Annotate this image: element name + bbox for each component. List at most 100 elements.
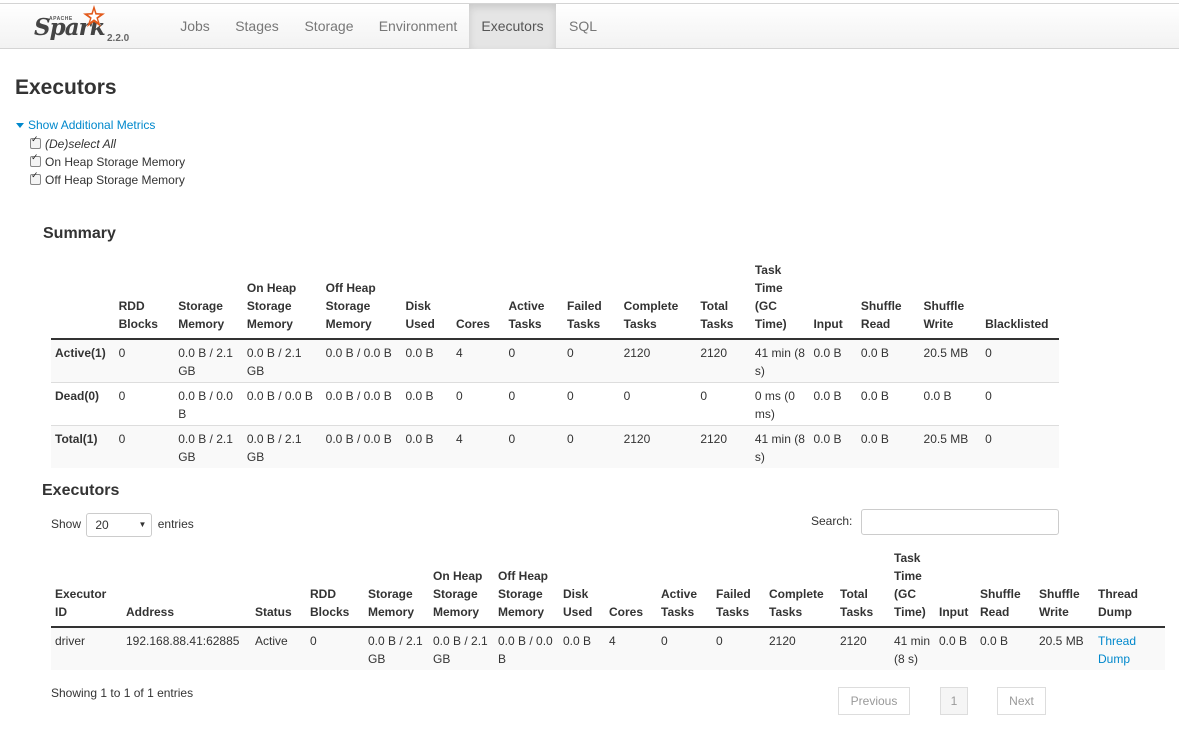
executors-cell-status: Active [251,626,306,670]
executors-header-thread-dump[interactable]: Thread Dump [1094,549,1165,628]
summary-header-active-tasks: Active Tasks [504,261,564,340]
executors-cell-rdd-blocks: 0 [306,626,364,670]
executors-header-total-tasks[interactable]: Total Tasks [836,549,890,628]
summary-cell-active-tasks: 0 [504,382,564,426]
checkbox[interactable] [30,135,41,149]
executors-header-complete-tasks[interactable]: Complete Tasks [765,549,836,628]
search-input[interactable] [861,509,1059,535]
executors-header-failed-tasks[interactable]: Failed Tasks [712,549,765,628]
summary-cell-active-tasks: 0 [504,338,564,383]
summary-cell-blacklisted: 0 [981,382,1059,426]
tab-storage[interactable]: Storage [297,4,361,49]
summary-cell-storage-memory: 0.0 B / 0.0 B [174,382,243,426]
thread-dump-link[interactable]: Thread Dump [1098,634,1136,666]
show-additional-metrics-toggle[interactable]: Show Additional Metrics [16,118,155,132]
executors-cell-thread-dump: Thread Dump [1094,626,1165,670]
summary-cell-blacklisted: 0 [981,425,1059,468]
summary-cell-cores: 4 [451,425,505,468]
executors-header-executor-id[interactable]: Executor ID [51,549,122,628]
executors-cell-input: 0.0 B [935,626,976,670]
summary-cell-active-tasks: 0 [504,425,564,468]
executors-header-row: Executor ID Address Status RDD Blocks Storag… [51,549,1165,628]
executors-header-active-tasks[interactable]: Active Tasks [657,549,712,628]
summary-cell-cores: 0 [451,382,505,426]
executors-header-input[interactable]: Input [935,549,976,628]
summary-cell-shuffle-read: 0.0 B [856,382,920,426]
summary-header-input: Input [809,261,857,340]
executors-header-shuffle-write[interactable]: Shuffle Write [1035,549,1094,628]
show-label: Show [51,517,82,532]
page-1-button[interactable]: 1 [940,687,968,715]
summary-row-label: Active(1) [51,338,115,383]
executors-header-cores[interactable]: Cores [605,549,657,628]
executors-header-rdd-blocks[interactable]: RDD Blocks [306,549,364,628]
executors-header-shuffle-read[interactable]: Shuffle Read [976,549,1035,628]
summary-header-blacklisted: Blacklisted [981,261,1059,340]
summary-cell-total-tasks: 2120 [696,338,751,383]
summary-row-label: Total(1) [51,425,115,468]
checkbox-label: On Heap Storage Memory [45,155,186,169]
spark-logo[interactable]: Spark APACHE 2.2.0 [33,5,133,46]
executors-cell-complete-tasks: 2120 [765,626,836,670]
summary-cell-off-heap-storage-memory: 0.0 B / 0.0 B [321,382,402,426]
summary-cell-complete-tasks: 2120 [619,425,697,468]
summary-cell-on-heap-storage-memory: 0.0 B / 0.0 B [242,382,322,426]
checkbox-on-heap[interactable]: On Heap Storage Memory [30,153,186,169]
page-size-select[interactable]: 20 ▼ [86,513,153,537]
summary-cell-storage-memory: 0.0 B / 2.1 GB [174,338,243,383]
checkbox-label: (De)select All [45,137,116,151]
summary-cell-complete-tasks: 0 [619,382,697,426]
checkbox[interactable] [30,153,41,167]
tab-stages[interactable]: Stages [228,4,286,49]
executors-cell-on-heap-storage-memory: 0.0 B / 2.1 GB [429,626,494,670]
summary-cell-disk-used: 0.0 B [401,382,452,426]
summary-cell-blacklisted: 0 [981,338,1059,383]
summary-cell-input: 0.0 B [809,425,857,468]
executors-header-task-time-gc-time[interactable]: Task Time (GC Time) [890,549,935,628]
summary-cell-cores: 4 [451,338,505,383]
summary-cell-task-time-gc-time: 0 ms (0 ms) [750,382,810,426]
executors-cell-shuffle-write: 20.5 MB [1035,626,1094,670]
executors-cell-executor-id: driver [51,626,122,670]
executors-header-address[interactable]: Address [122,549,251,628]
tab-sql[interactable]: SQL [562,4,604,49]
executors-header-off-heap-storage-memory[interactable]: Off Heap Storage Memory [494,549,559,628]
entries-label: entries [157,517,194,532]
executors-cell-off-heap-storage-memory: 0.0 B / 0.0 B [494,626,559,670]
summary-cell-rdd-blocks: 0 [114,338,175,383]
toggle-label: Show Additional Metrics [28,118,156,132]
summary-cell-shuffle-write: 20.5 MB [919,425,982,468]
page-size-control: Show 20 ▼ entries [51,513,194,537]
tab-environment[interactable]: Environment [370,4,466,49]
summary-table: RDD Blocks Storage Memory On Heap Storage … [51,261,1059,468]
summary-header-failed-tasks: Failed Tasks [563,261,620,340]
summary-cell-rdd-blocks: 0 [114,425,175,468]
summary-header-shuffle-write: Shuffle Write [919,261,982,340]
next-button[interactable]: Next [997,687,1046,715]
checkbox-off-heap[interactable]: Off Heap Storage Memory [30,171,185,187]
executors-cell-active-tasks: 0 [657,626,712,670]
search-label: Search: [811,514,853,528]
summary-header-disk-used: Disk Used [401,261,452,340]
summary-cell-total-tasks: 2120 [696,425,751,468]
summary-cell-shuffle-read: 0.0 B [856,425,920,468]
summary-header-rdd-blocks: RDD Blocks [114,261,175,340]
executors-header-on-heap-storage-memory[interactable]: On Heap Storage Memory [429,549,494,628]
executors-cell-cores: 4 [605,626,657,670]
summary-cell-input: 0.0 B [809,338,857,383]
summary-cell-shuffle-write: 20.5 MB [919,338,982,383]
brand-super: APACHE [49,16,73,22]
checkbox-label: Off Heap Storage Memory [45,173,185,187]
page-size-value: 20 [95,518,109,532]
spark-star-icon [83,5,105,27]
tab-jobs[interactable]: Jobs [171,4,219,49]
executors-header-disk-used[interactable]: Disk Used [559,549,605,628]
tab-executors[interactable]: Executors [469,4,556,49]
previous-button[interactable]: Previous [838,687,910,715]
checkbox-deselect-all[interactable]: (De)select All [30,135,116,151]
executors-header-storage-memory[interactable]: Storage Memory [364,549,429,628]
summary-cell-task-time-gc-time: 41 min (8 s) [750,338,810,383]
summary-cell-disk-used: 0.0 B [401,338,452,383]
checkbox[interactable] [30,171,41,185]
executors-header-status[interactable]: Status [251,549,306,628]
